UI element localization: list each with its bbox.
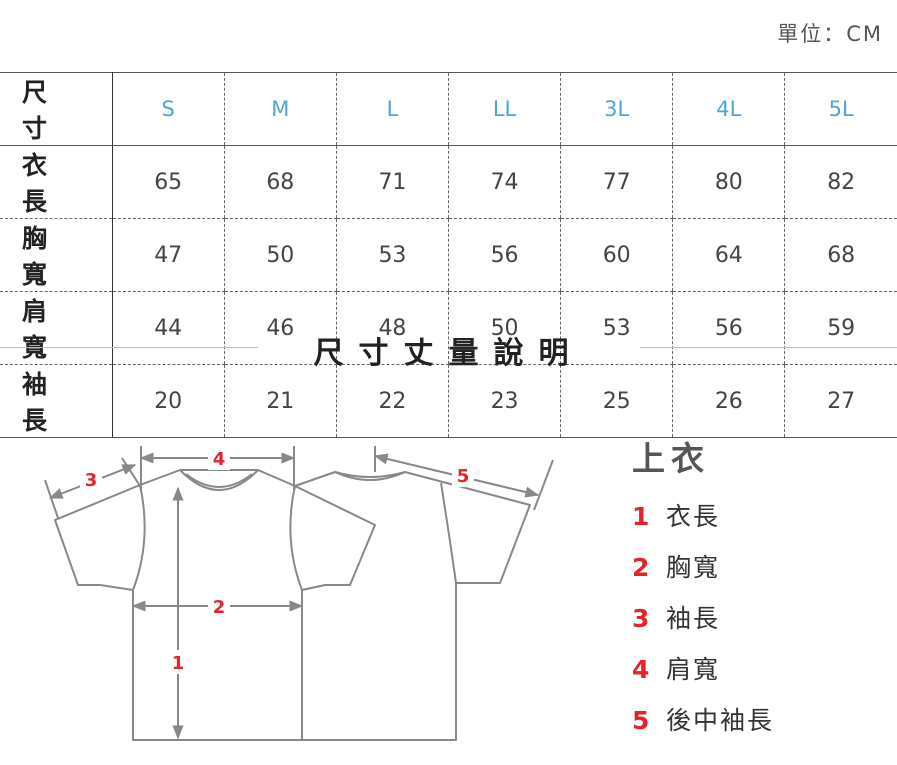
- marker-4: 4: [213, 449, 226, 470]
- section-title: 尺寸丈量說明: [0, 328, 897, 371]
- table-cell: 77: [560, 145, 673, 219]
- legend-number: 3: [632, 604, 650, 633]
- legend-label: 袖長: [666, 604, 721, 633]
- table-cell: 56: [447, 218, 561, 292]
- row-label: 胸寬: [0, 218, 113, 292]
- table-cell: 65: [111, 145, 225, 219]
- table-cell: 50: [223, 218, 337, 292]
- legend-item: 1 衣長: [632, 502, 774, 553]
- legend-item: 2 胸寬: [632, 553, 774, 604]
- marker-5: 5: [457, 466, 470, 487]
- table-cell: 68: [223, 145, 337, 219]
- legend-number: 4: [632, 655, 650, 684]
- table-cell: 74: [447, 145, 561, 219]
- legend-number: 5: [632, 706, 650, 735]
- size-col-s: S: [111, 72, 225, 146]
- table-cell: 80: [672, 145, 785, 219]
- table-cell: 68: [784, 218, 897, 292]
- table-cell: 82: [784, 145, 897, 219]
- legend-title: 上衣: [632, 439, 710, 478]
- legend-item: 5 後中袖長: [632, 706, 774, 757]
- table-cell: 53: [335, 218, 449, 292]
- measure-lines: [44, 446, 554, 740]
- table-cell: 26: [672, 364, 785, 438]
- legend-label: 肩寬: [666, 655, 721, 684]
- table-row: 胸寬 47 50 53 56 60 64 68: [0, 218, 897, 292]
- size-header-row: 尺寸 S M L LL 3L 4L 5L: [0, 72, 897, 146]
- marker-1: 1: [172, 653, 185, 674]
- divider-right: [640, 347, 897, 348]
- tshirt-measurement-diagram: 1 2 3 4 5: [44, 446, 554, 741]
- header-label: 尺寸: [0, 72, 113, 146]
- legend-label: 後中袖長: [666, 706, 775, 735]
- back-shirt-outline: [294, 471, 531, 741]
- section-title-text: 尺寸丈量說明: [313, 336, 584, 371]
- size-table: 尺寸 S M L LL 3L 4L 5L 衣長 65 68 71 74 77 8…: [0, 72, 897, 438]
- table-cell: 60: [560, 218, 673, 292]
- size-col-3l: 3L: [560, 72, 673, 146]
- legend-item: 3 袖長: [632, 604, 774, 655]
- table-cell: 64: [672, 218, 785, 292]
- size-col-4l: 4L: [672, 72, 785, 146]
- unit-label: 單位：CM: [777, 22, 883, 46]
- size-col-ll: LL: [447, 72, 561, 146]
- measurement-legend: 上衣 1 衣長 2 胸寬 3 袖長 4 肩寬 5 後中袖長: [632, 432, 774, 757]
- row-label: 衣長: [0, 145, 113, 219]
- legend-label: 胸寬: [666, 553, 721, 582]
- legend-number: 1: [632, 502, 650, 531]
- table-row: 衣長 65 68 71 74 77 80 82: [0, 145, 897, 219]
- size-col-m: M: [223, 72, 337, 146]
- legend-item: 4 肩寬: [632, 655, 774, 706]
- marker-2: 2: [213, 597, 226, 618]
- table-cell: 47: [111, 218, 225, 292]
- table-cell: 27: [784, 364, 897, 438]
- size-col-l: L: [335, 72, 449, 146]
- legend-label: 衣長: [666, 502, 721, 531]
- size-col-5l: 5L: [784, 72, 897, 146]
- marker-3: 3: [85, 470, 98, 491]
- legend-number: 2: [632, 553, 650, 582]
- measure-markers: 1 2 3 4 5: [80, 446, 474, 674]
- table-cell: 71: [335, 145, 449, 219]
